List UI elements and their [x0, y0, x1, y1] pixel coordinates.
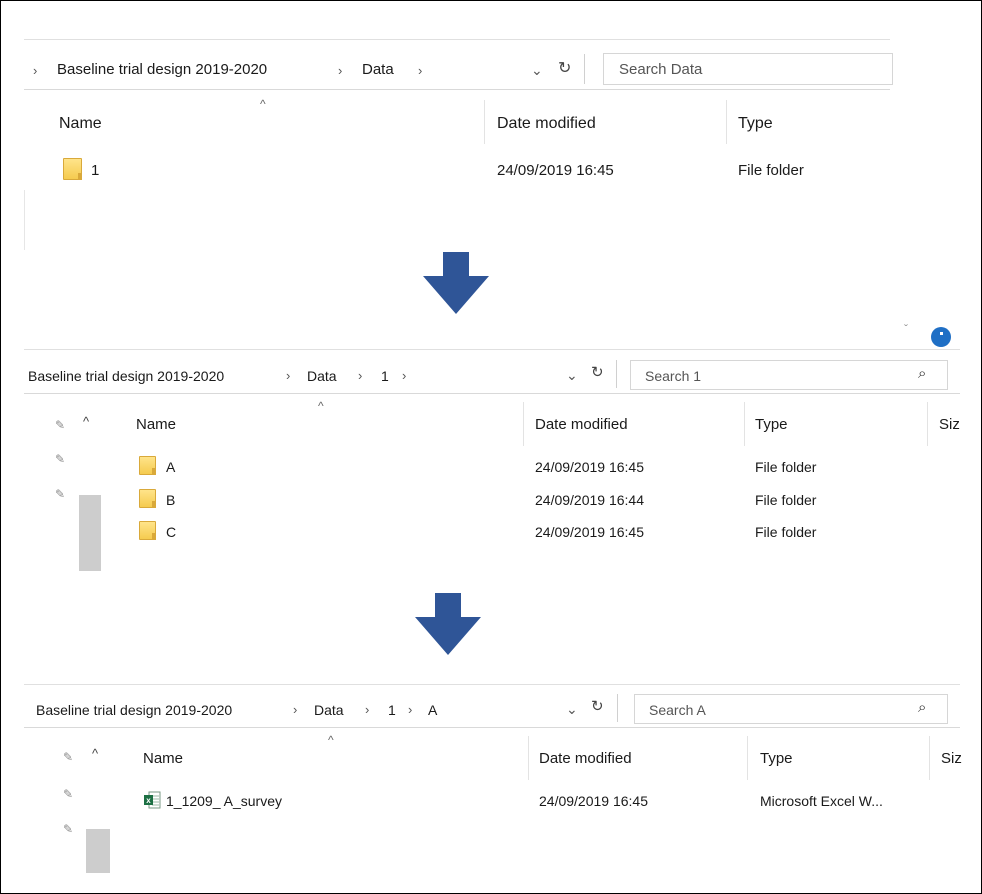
search-input[interactable]: Search Data — [603, 53, 893, 85]
search-placeholder: Search A — [649, 702, 706, 718]
breadcrumb-item[interactable]: 1 — [388, 700, 396, 720]
column-header-name[interactable]: Name — [143, 749, 183, 769]
search-placeholder: Search 1 — [645, 368, 702, 384]
column-header-size[interactable]: Siz — [941, 749, 962, 769]
file-date: 24/09/2019 16:45 — [497, 162, 614, 179]
file-name[interactable]: 1_1209_ A_survey — [166, 791, 282, 811]
refresh-icon[interactable]: ↻ — [591, 363, 604, 381]
svg-text:x: x — [146, 796, 151, 805]
help-icon[interactable] — [931, 327, 951, 347]
top-divider — [24, 39, 890, 40]
column-divider[interactable] — [927, 402, 928, 446]
divider — [617, 694, 618, 722]
file-date: 24/09/2019 16:45 — [535, 524, 644, 540]
folder-icon — [139, 489, 156, 508]
scrollbar-thumb[interactable] — [86, 829, 110, 873]
divider — [616, 360, 617, 388]
file-type: File folder — [755, 492, 817, 508]
column-header-type[interactable]: Type — [738, 114, 773, 134]
file-date: 24/09/2019 16:45 — [539, 793, 648, 809]
file-type: File folder — [755, 459, 817, 475]
file-name[interactable]: A — [166, 457, 175, 477]
chevron-right-icon[interactable]: › — [402, 366, 406, 386]
scrollbar-thumb[interactable] — [79, 495, 101, 571]
pin-icon[interactable]: ✎ — [55, 418, 65, 432]
column-header-type[interactable]: Type — [760, 749, 793, 769]
dropdown-chevron-icon[interactable]: ⌄ — [531, 60, 543, 80]
chevron-right-icon[interactable]: › — [33, 61, 37, 81]
chevron-right-icon[interactable]: › — [418, 61, 422, 81]
column-divider[interactable] — [747, 736, 748, 780]
column-divider[interactable] — [726, 100, 727, 144]
excel-file-icon: x — [144, 791, 161, 809]
column-header-name[interactable]: Name — [59, 114, 102, 134]
file-type: File folder — [755, 524, 817, 540]
folder-icon — [139, 521, 156, 540]
pane-edge — [24, 190, 25, 250]
chevron-right-icon: › — [358, 368, 363, 383]
column-header-name[interactable]: Name — [136, 415, 176, 435]
folder-icon — [63, 158, 82, 180]
search-icon[interactable]: ⌕ — [918, 365, 926, 382]
chevron-right-icon: › — [365, 702, 370, 717]
chevron-right-icon: › — [338, 63, 343, 78]
file-date: 24/09/2019 16:44 — [535, 492, 644, 508]
pin-icon[interactable]: ✎ — [55, 487, 65, 501]
file-type: Microsoft Excel W... — [760, 793, 883, 809]
chevron-right-icon: › — [293, 702, 298, 717]
address-bar-bottom-line — [24, 89, 890, 90]
breadcrumb-item[interactable]: Data — [307, 366, 337, 386]
address-bar-bottom-line — [24, 727, 960, 728]
column-header-date-modified[interactable]: Date modified — [539, 749, 632, 769]
column-header-date-modified[interactable]: Date modified — [535, 415, 628, 435]
column-header-size[interactable]: Siz — [939, 415, 960, 435]
file-name[interactable]: C — [166, 522, 176, 542]
chevron-right-icon: › — [286, 368, 291, 383]
scroll-up-icon[interactable]: ^ — [83, 414, 89, 429]
search-input[interactable]: Search 1 ⌕ — [630, 360, 948, 390]
column-divider[interactable] — [484, 100, 485, 144]
file-date: 24/09/2019 16:45 — [535, 459, 644, 475]
address-bar-bottom-line — [24, 393, 960, 394]
dropdown-chevron-icon[interactable]: ⌄ — [566, 699, 578, 719]
sort-ascending-icon: ^ — [328, 733, 334, 747]
column-divider[interactable] — [744, 402, 745, 446]
top-divider — [24, 349, 960, 350]
file-name[interactable]: B — [166, 490, 175, 510]
dropdown-chevron-icon[interactable]: ⌄ — [566, 365, 578, 385]
top-divider — [24, 684, 960, 685]
pin-icon[interactable]: ✎ — [63, 822, 73, 836]
chevron-right-icon: › — [408, 702, 413, 717]
breadcrumb-item[interactable]: Baseline trial design 2019-2020 — [36, 700, 232, 720]
column-divider[interactable] — [929, 736, 930, 780]
search-input[interactable]: Search A ⌕ — [634, 694, 948, 724]
column-header-type[interactable]: Type — [755, 415, 788, 435]
down-arrow-icon — [423, 252, 489, 314]
divider — [584, 54, 585, 84]
scroll-up-icon[interactable]: ^ — [92, 746, 98, 761]
pin-icon[interactable]: ✎ — [55, 452, 65, 466]
breadcrumb-item[interactable]: A — [428, 700, 437, 720]
breadcrumb-item[interactable]: Data — [362, 60, 394, 80]
collapse-ribbon-icon[interactable]: ˇ — [904, 322, 908, 336]
refresh-icon[interactable]: ↻ — [591, 697, 604, 715]
column-header-date-modified[interactable]: Date modified — [497, 114, 596, 134]
pin-icon[interactable]: ✎ — [63, 750, 73, 764]
refresh-icon[interactable]: ↻ — [558, 58, 571, 78]
column-divider[interactable] — [528, 736, 529, 780]
file-type: File folder — [738, 162, 804, 179]
pin-icon[interactable]: ✎ — [63, 787, 73, 801]
search-icon[interactable]: ⌕ — [918, 699, 926, 716]
sort-ascending-icon: ^ — [260, 97, 266, 111]
down-arrow-icon — [415, 593, 481, 655]
column-divider[interactable] — [523, 402, 524, 446]
folder-icon — [139, 456, 156, 475]
sort-ascending-icon: ^ — [318, 399, 324, 413]
breadcrumb-item[interactable]: Baseline trial design 2019-2020 — [28, 366, 224, 386]
file-name[interactable]: 1 — [91, 161, 99, 181]
search-placeholder: Search Data — [619, 61, 703, 78]
breadcrumb-item[interactable]: Data — [314, 700, 344, 720]
breadcrumb-item[interactable]: 1 — [381, 366, 389, 386]
breadcrumb-item[interactable]: Baseline trial design 2019-2020 — [57, 60, 267, 80]
